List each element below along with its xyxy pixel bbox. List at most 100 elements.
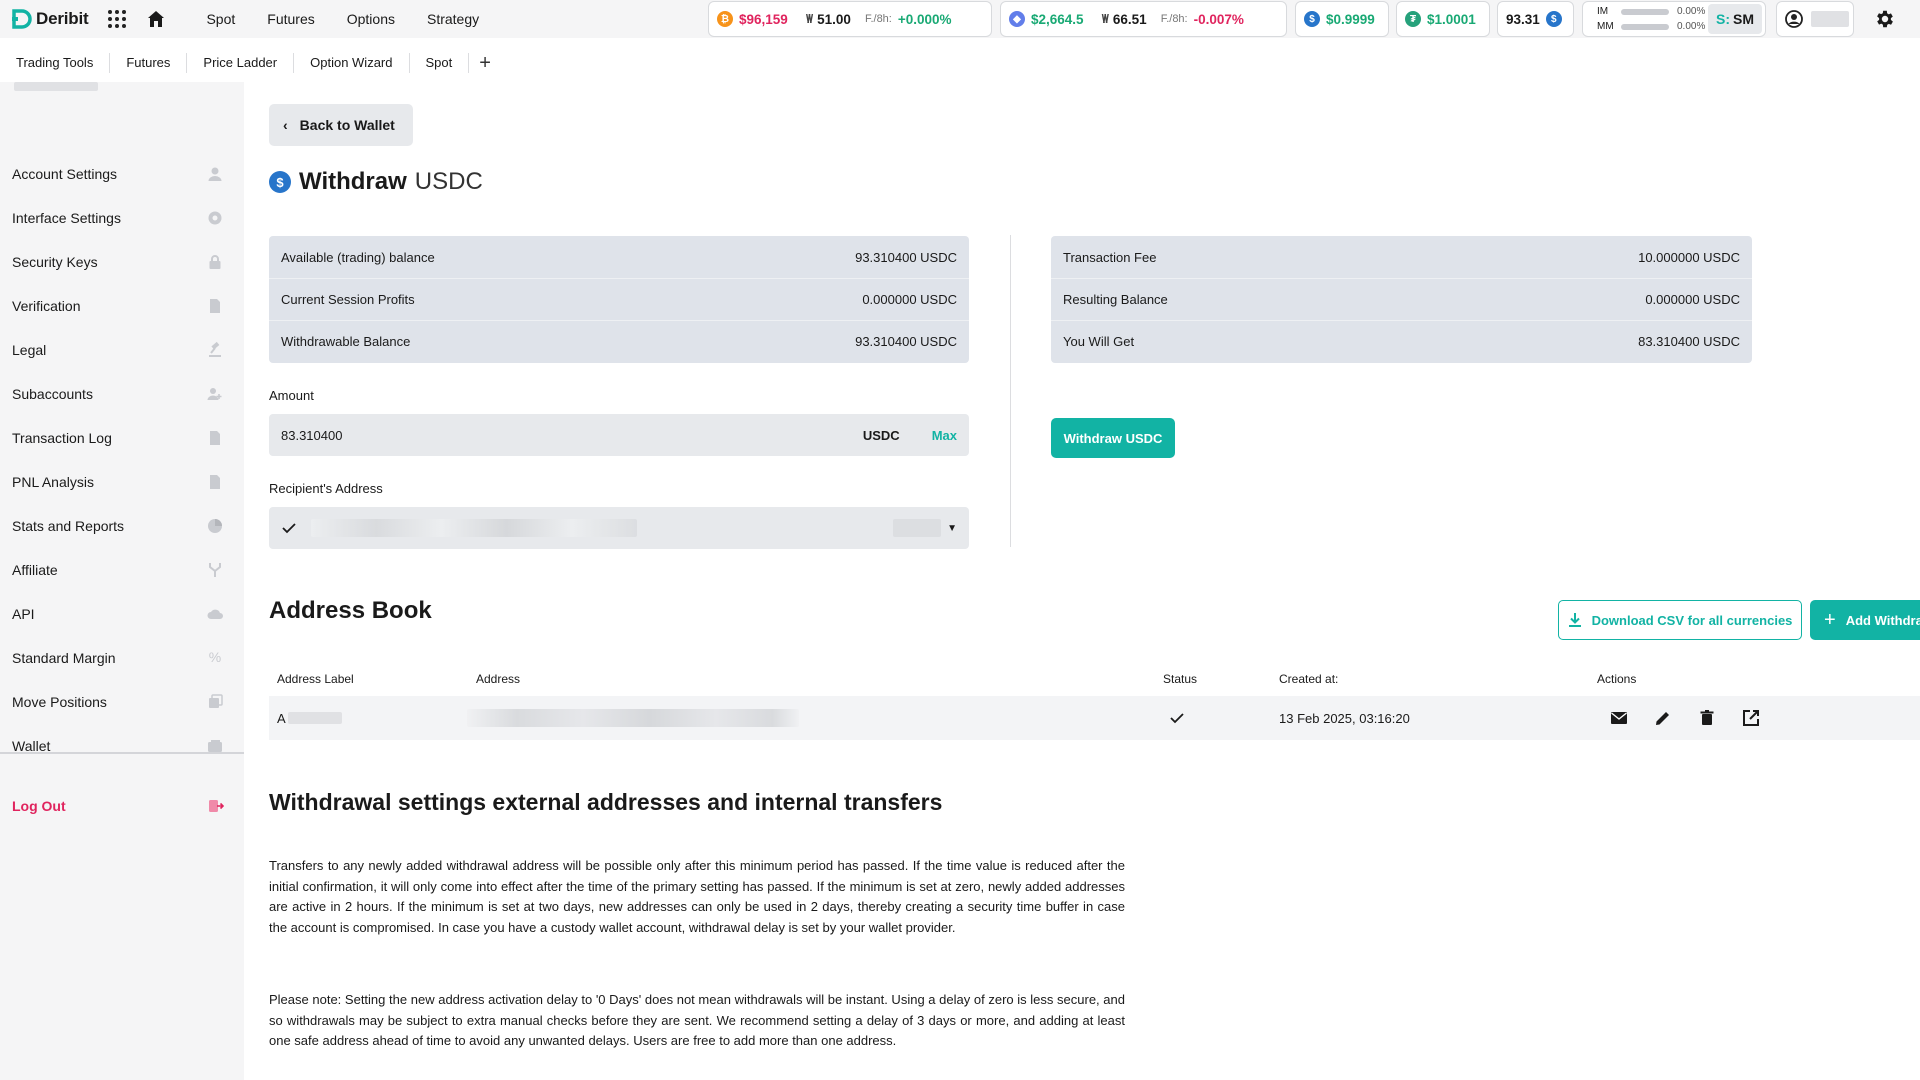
sidebar-item-standard-margin[interactable]: Standard Margin % — [0, 636, 236, 680]
amount-value[interactable]: 83.310400 — [281, 428, 863, 443]
workspace-tab-bar: Trading Tools Futures Price Ladder Optio… — [0, 44, 1920, 82]
nav-spot[interactable]: Spot — [190, 11, 251, 27]
column-header-address: Address — [476, 672, 521, 686]
usdt-ticker[interactable]: ₮ $1.0001 — [1396, 1, 1490, 37]
page-title: $ Withdraw USDC — [269, 168, 483, 196]
sidebar-item-label: Legal — [12, 342, 47, 358]
usdc-icon: $ — [1545, 11, 1562, 27]
fee-label: You Will Get — [1063, 334, 1135, 349]
nav-options[interactable]: Options — [331, 11, 411, 27]
sidebar-item-interface-settings[interactable]: Interface Settings — [0, 196, 236, 240]
sidebar-item-legal[interactable]: Legal — [0, 328, 236, 372]
back-to-wallet-button[interactable]: ‹ Back to Wallet — [269, 104, 413, 146]
sidebar-item-label: Transaction Log — [12, 430, 112, 446]
withdraw-button[interactable]: Withdraw USDC — [1051, 418, 1175, 458]
balance-row: Current Session Profits 0.000000 USDC — [269, 278, 969, 320]
eth-price: $2,664.5 — [1031, 11, 1084, 27]
balance-row: Withdrawable Balance 93.310400 USDC — [269, 320, 969, 362]
balance-label: Withdrawable Balance — [281, 334, 411, 349]
mm-label: MM — [1597, 21, 1614, 32]
tab-futures[interactable]: Futures — [110, 53, 188, 73]
tab-spot[interactable]: Spot — [410, 53, 470, 73]
download-csv-label: Download CSV for all currencies — [1591, 612, 1793, 628]
delete-trash-icon[interactable] — [1697, 708, 1717, 728]
amount-input[interactable]: 83.310400 USDC Max — [269, 414, 969, 456]
eth-funding: -0.007% — [1193, 11, 1244, 27]
amount-label: Amount — [269, 388, 314, 403]
sidebar-item-security-keys[interactable]: Security Keys — [0, 240, 236, 284]
settings-gear-icon[interactable] — [1874, 8, 1896, 30]
sidebar-item-label: Interface Settings — [12, 210, 121, 226]
tab-price-ladder[interactable]: Price Ladder — [187, 53, 295, 73]
tab-trading-tools[interactable]: Trading Tools — [0, 53, 111, 73]
add-withdrawal-address-button[interactable]: + Add Withdra — [1810, 600, 1920, 640]
fee-row: You Will Get 83.310400 USDC — [1051, 320, 1752, 362]
max-button[interactable]: Max — [932, 428, 957, 443]
eth-dvol: 66.51 — [1112, 11, 1147, 27]
tab-option-wizard[interactable]: Option Wizard — [294, 53, 410, 73]
email-icon[interactable] — [1609, 708, 1629, 728]
sidebar-item-subaccounts[interactable]: Subaccounts — [0, 372, 236, 416]
eth-ticker[interactable]: ◆ $2,664.5 \/\/ 66.51 F./8h: -0.007% — [1000, 1, 1287, 37]
edit-pencil-icon[interactable] — [1653, 708, 1673, 728]
im-label: IM — [1597, 6, 1609, 17]
person-icon — [208, 167, 222, 181]
fee-row: Resulting Balance 0.000000 USDC — [1051, 278, 1752, 320]
account-mode-badge[interactable]: S: SM — [1708, 4, 1762, 34]
sidebar-item-affiliate[interactable]: Affiliate — [0, 548, 236, 592]
file-icon — [210, 431, 220, 445]
amount-currency: USDC — [862, 427, 900, 443]
username-redacted — [1811, 11, 1849, 27]
file-icon — [210, 475, 220, 489]
sidebar-item-stats-and-reports[interactable]: Stats and Reports — [0, 504, 236, 548]
address-label-initial: A — [277, 710, 286, 726]
settings-paragraph: Transfers to any newly added withdrawal … — [269, 858, 1125, 935]
sidebar-item-move-positions[interactable]: Move Positions — [0, 680, 236, 724]
dvol-icon: \/\/ — [1101, 12, 1109, 26]
home-icon[interactable] — [146, 9, 166, 29]
logout-label: Log Out — [12, 798, 66, 814]
sidebar-item-account-settings[interactable]: Account Settings — [0, 152, 236, 196]
fee-label: Transaction Fee — [1063, 249, 1157, 265]
address-cell — [467, 696, 799, 740]
usdc-ticker[interactable]: $ $0.9999 — [1295, 1, 1389, 37]
address-redacted — [311, 519, 637, 537]
user-menu[interactable] — [1776, 1, 1854, 37]
balance-value: 93.310400 USDC — [855, 249, 957, 265]
nav-strategy[interactable]: Strategy — [411, 11, 495, 27]
fork-icon — [209, 563, 221, 577]
btc-ticker[interactable]: ₿ $96,159 \/\/ 51.00 F./8h: +0.000% — [708, 1, 992, 37]
sidebar-item-transaction-log[interactable]: Transaction Log — [0, 416, 236, 460]
sidebar-item-label: Subaccounts — [12, 386, 93, 402]
btc-funding-label: F./8h: — [864, 13, 892, 25]
table-row: A 13 Feb 2025, 03:16:20 — [269, 696, 1920, 740]
apps-grid-icon[interactable] — [108, 10, 127, 28]
logo[interactable]: Deribit — [10, 8, 89, 30]
sidebar-item-pnl-analysis[interactable]: PNL Analysis — [0, 460, 236, 504]
badge-prefix: S: — [1716, 11, 1730, 27]
download-icon — [1568, 613, 1581, 627]
mm-bar — [1621, 23, 1669, 30]
recipient-address-select[interactable]: ▼ — [269, 507, 969, 549]
fee-row: Transaction Fee 10.000000 USDC — [1051, 236, 1752, 278]
download-csv-button[interactable]: Download CSV for all currencies — [1558, 600, 1802, 640]
lock-icon — [209, 255, 221, 269]
balance-ticker[interactable]: 93.31 $ — [1497, 1, 1574, 37]
sidebar-item-label: Security Keys — [12, 254, 98, 270]
add-tab-icon[interactable]: + — [479, 53, 491, 73]
settings-sidebar: Account Settings Interface Settings Secu… — [0, 82, 244, 1080]
nav-futures[interactable]: Futures — [251, 11, 330, 27]
document-icon — [210, 299, 220, 313]
sidebar-item-label: Move Positions — [12, 694, 107, 710]
sidebar-item-label: Affiliate — [12, 562, 58, 578]
open-external-icon[interactable] — [1741, 708, 1761, 728]
fee-panel: Transaction Fee 10.000000 USDC Resulting… — [1051, 236, 1752, 363]
sidebar-item-wallet[interactable]: Wallet — [0, 724, 236, 768]
verified-check-icon — [1170, 713, 1184, 724]
sidebar-item-verification[interactable]: Verification — [0, 284, 236, 328]
sidebar-item-label: API — [12, 606, 35, 622]
logout-button[interactable]: Log Out — [0, 784, 236, 828]
sidebar-item-label: PNL Analysis — [12, 474, 94, 490]
im-pct: 0.00% — [1677, 6, 1706, 17]
sidebar-item-api[interactable]: API — [0, 592, 236, 636]
